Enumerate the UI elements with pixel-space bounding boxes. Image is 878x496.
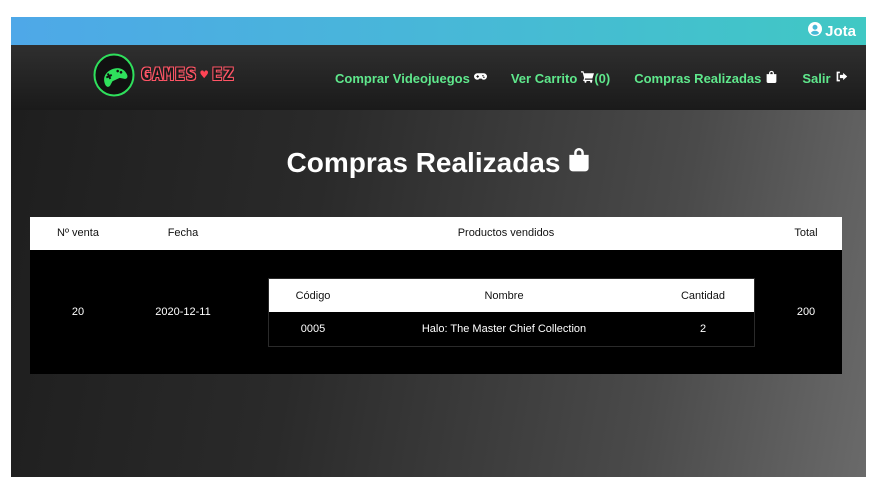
- top-bar: Jota: [11, 17, 866, 45]
- header-total: Total: [794, 227, 818, 239]
- navbar: GAMES ♥ EZ Comprar Videojuegos Ver Carri…: [11, 45, 866, 110]
- gamepad-logo-icon: [93, 53, 135, 97]
- product-name: Halo: The Master Chief Collection: [421, 323, 587, 335]
- orders-table-header: Nº venta Fecha Productos vendidos Total: [30, 217, 842, 250]
- page-title: Compras Realizadas: [11, 146, 866, 179]
- products-subtable: Código Nombre Cantidad 0005 Halo: The Ma…: [268, 278, 755, 347]
- product-qty: 2: [699, 323, 707, 335]
- nav-compras-realizadas[interactable]: Compras Realizadas: [634, 70, 778, 86]
- order-id: 20: [71, 306, 85, 318]
- order-total: 200: [796, 306, 816, 318]
- gamepad-icon: [473, 70, 487, 86]
- header-products: Productos vendidos: [457, 227, 555, 239]
- nav-salir[interactable]: Salir: [802, 70, 847, 86]
- user-menu[interactable]: Jota: [808, 22, 856, 40]
- header-date: Fecha: [167, 227, 199, 239]
- shopping-bag-icon: [568, 146, 590, 179]
- user-name: Jota: [825, 22, 856, 40]
- header-name: Nombre: [484, 289, 524, 302]
- cart-count: (0): [594, 70, 611, 86]
- main-content: Compras Realizadas Nº venta Fecha Produc…: [11, 110, 866, 477]
- brand-wordmark: GAMES ♥ EZ: [141, 65, 235, 85]
- shopping-bag-icon: [765, 70, 778, 86]
- nav-links: Comprar Videojuegos Ver Carrito (0) Comp…: [335, 70, 848, 86]
- cart-icon: [581, 70, 595, 86]
- app-frame: Jota GAMES ♥ EZ Comprar Videojuegos Ver …: [11, 17, 866, 477]
- product-row: 0005 Halo: The Master Chief Collection 2: [269, 312, 754, 346]
- user-circle-icon: [808, 22, 823, 40]
- brand-logo[interactable]: GAMES ♥ EZ: [93, 53, 235, 97]
- orders-table: Nº venta Fecha Productos vendidos Total …: [30, 217, 842, 374]
- nav-ver-carrito[interactable]: Ver Carrito (0): [511, 70, 610, 86]
- nav-comprar-videojuegos[interactable]: Comprar Videojuegos: [335, 70, 487, 86]
- products-subtable-header: Código Nombre Cantidad: [269, 279, 754, 312]
- order-date: 2020-12-11: [155, 306, 211, 318]
- header-qty: Cantidad: [680, 289, 726, 302]
- header-id: Nº venta: [57, 227, 99, 239]
- product-code: 0005: [300, 323, 326, 335]
- heart-icon: ♥: [200, 67, 210, 83]
- header-code: Código: [295, 289, 331, 302]
- sign-out-icon: [835, 70, 848, 86]
